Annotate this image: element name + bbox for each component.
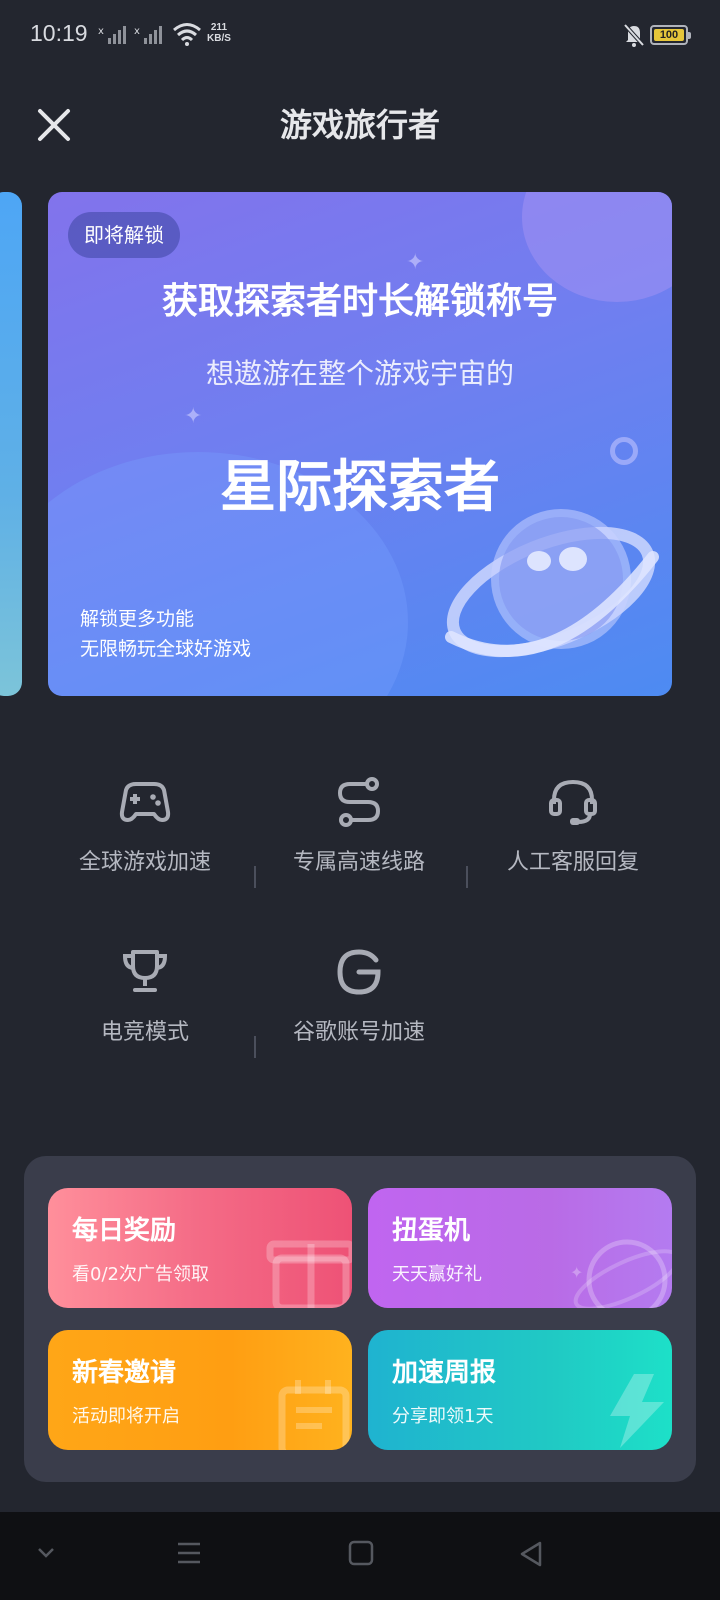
signal-icon-2: x xyxy=(134,26,162,44)
banner-headline: 获取探索者时长解锁称号 xyxy=(161,281,558,322)
feature-dedicated-line: 专属高速线路 xyxy=(252,776,466,876)
home-square-icon[interactable] xyxy=(348,1540,374,1566)
tile-subtitle: 看0/2次广告领取 xyxy=(72,1264,209,1285)
headset-icon xyxy=(549,779,597,825)
sparkle-icon: ✦ xyxy=(406,250,425,275)
feature-label: 全球游戏加速 xyxy=(78,850,211,875)
battery-level: 100 xyxy=(654,29,684,41)
banner-note: 解锁更多功能 无限畅玩全球好游戏 xyxy=(80,604,251,664)
gamepad-icon xyxy=(119,782,171,822)
feature-label: 谷歌账号加速 xyxy=(292,1020,425,1045)
battery-tip xyxy=(688,32,691,39)
gift-icon xyxy=(266,1240,352,1308)
tile-title: 新春邀请 xyxy=(72,1358,177,1388)
unlock-status-badge: 即将解锁 xyxy=(68,212,180,258)
banner-subheadline: 想遨游在整个游戏宇宙的 xyxy=(205,357,514,390)
rank-banner-card[interactable]: 即将解锁 获取探索者时长解锁称号 想遨游在整个游戏宇宙的 星际探索者 解锁更多功… xyxy=(48,192,672,696)
system-navigation-bar xyxy=(0,1512,720,1600)
tile-subtitle: 分享即领1天 xyxy=(392,1406,494,1427)
weekly-report-tile[interactable]: 加速周报 分享即领1天 xyxy=(368,1330,672,1450)
carousel-previous-card[interactable] xyxy=(0,192,22,696)
tile-subtitle: 活动即将开启 xyxy=(72,1406,180,1427)
planet-icon: ✦ xyxy=(570,1239,672,1308)
trophy-icon xyxy=(122,950,168,992)
tile-title: 扭蛋机 xyxy=(392,1216,471,1246)
lightning-icon xyxy=(610,1374,664,1448)
status-bar: 10:19 x x 211 KB/S 100 xyxy=(0,0,720,72)
feature-global-game-acceleration: 全球游戏加速 xyxy=(38,776,252,876)
calendar-icon xyxy=(278,1380,350,1450)
planet-mascot-icon xyxy=(445,509,659,658)
chevron-down-icon[interactable] xyxy=(36,1546,56,1560)
google-icon xyxy=(337,949,381,995)
back-triangle-icon[interactable] xyxy=(518,1540,544,1568)
banner-note-line-1: 解锁更多功能 xyxy=(80,608,195,630)
activity-panel: 每日奖励 看0/2次广告领取 ✦ 扭蛋机 天天赢好礼 新春邀请 活动即将开启 加… xyxy=(24,1156,696,1482)
svg-text:x: x xyxy=(134,26,140,37)
feature-label: 人工客服回复 xyxy=(506,850,639,875)
wifi-icon xyxy=(173,23,201,46)
sparkle-icon: ✦ xyxy=(184,404,203,429)
tile-title: 每日奖励 xyxy=(72,1216,177,1246)
svg-text:✦: ✦ xyxy=(570,1263,583,1282)
feature-google-account-acceleration: 谷歌账号加速 xyxy=(252,946,466,1046)
daily-reward-tile[interactable]: 每日奖励 看0/2次广告领取 xyxy=(48,1188,352,1308)
route-icon xyxy=(337,777,381,827)
network-speed-value: 211 xyxy=(210,22,228,33)
feature-human-support: 人工客服回复 xyxy=(466,776,680,876)
network-speed: 211 KB/S xyxy=(207,22,231,44)
network-speed-unit: KB/S xyxy=(207,33,231,44)
gacha-machine-tile[interactable]: ✦ 扭蛋机 天天赢好礼 xyxy=(368,1188,672,1308)
signal-icon: x xyxy=(98,26,126,44)
feature-label: 专属高速线路 xyxy=(292,850,425,875)
spring-invite-tile[interactable]: 新春邀请 活动即将开启 xyxy=(48,1330,352,1450)
banner-note-line-2: 无限畅玩全球好游戏 xyxy=(80,638,252,660)
tile-subtitle: 天天赢好礼 xyxy=(392,1264,482,1285)
battery-icon: 100 xyxy=(650,25,691,45)
bell-off-icon xyxy=(623,23,645,47)
svg-text:x: x xyxy=(98,26,104,37)
feature-esports-mode: 电竞模式 xyxy=(38,946,252,1046)
status-time: 10:19 xyxy=(30,20,88,46)
feature-label: 电竞模式 xyxy=(100,1020,189,1045)
menu-icon[interactable] xyxy=(176,1540,202,1566)
tile-title: 加速周报 xyxy=(392,1358,497,1388)
ring-decoration xyxy=(610,437,638,465)
page-title: 游戏旅行者 xyxy=(279,106,440,144)
